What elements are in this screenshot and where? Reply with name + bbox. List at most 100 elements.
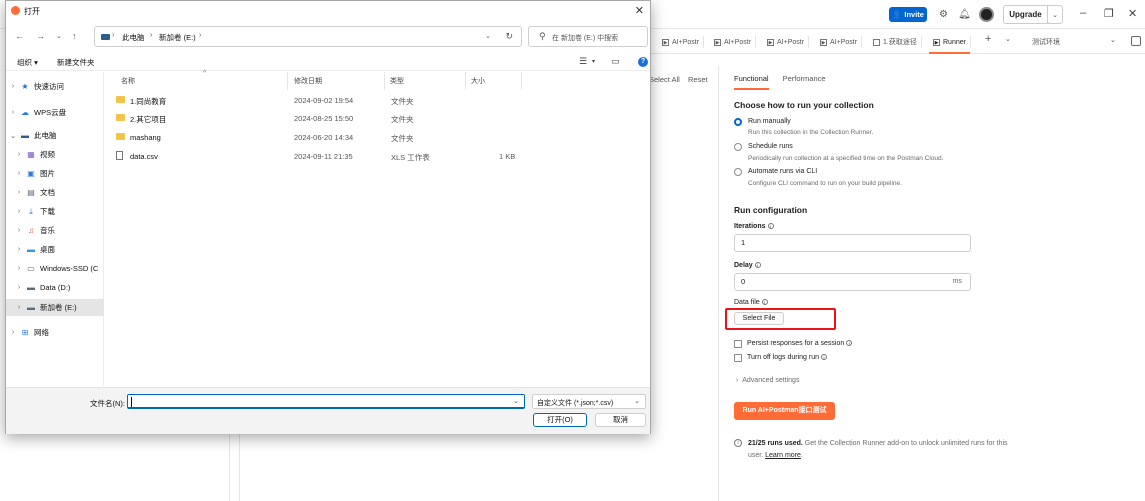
delay-input[interactable]: 0 ms: [734, 273, 971, 291]
help-icon[interactable]: ?: [638, 57, 648, 67]
column-header-type[interactable]: 类型: [390, 76, 404, 86]
column-header-date[interactable]: 修改日期: [294, 76, 322, 86]
file-row[interactable]: data.csv 2024-09-11 21:35 XLS 工作表 1 KB: [109, 148, 629, 165]
chevron-down-icon[interactable]: ▾: [592, 58, 595, 65]
breadcrumb-this-pc[interactable]: 此电脑: [122, 32, 145, 43]
advanced-settings-toggle[interactable]: › Advanced settings: [736, 377, 799, 384]
view-list-icon[interactable]: ☰: [579, 56, 587, 67]
upgrade-button[interactable]: Upgrade ⌄: [1003, 5, 1063, 24]
select-all-link[interactable]: Select All: [649, 75, 680, 84]
sidebar-item-documents[interactable]: › ▤ 文档: [6, 184, 104, 201]
environment-selector[interactable]: 测试环境: [1032, 37, 1060, 47]
turn-off-logs-checkbox[interactable]: [734, 354, 742, 362]
chevron-down-icon[interactable]: ⌄: [1110, 36, 1116, 44]
automate-cli-radio[interactable]: [734, 168, 742, 176]
tab-performance[interactable]: Performance: [783, 74, 826, 90]
expand-chevron-icon[interactable]: ›: [12, 246, 26, 253]
close-window-icon[interactable]: ✕: [1128, 7, 1137, 20]
chevron-right-icon[interactable]: ›: [112, 32, 114, 39]
expand-chevron-icon[interactable]: ›: [6, 109, 20, 116]
restore-icon[interactable]: ❐: [1104, 7, 1114, 20]
expand-chevron-icon[interactable]: ›: [12, 284, 26, 291]
reset-link[interactable]: Reset: [688, 75, 708, 84]
back-arrow-icon[interactable]: ←: [15, 31, 24, 41]
expand-chevron-icon[interactable]: ›: [12, 208, 26, 215]
sidebar-item-wps-cloud[interactable]: › ☁ WPS云盘: [6, 104, 104, 121]
dialog-title-bar[interactable]: 打开 ✕: [6, 1, 650, 21]
sidebar-item-music[interactable]: › ♫ 音乐: [6, 222, 104, 239]
sidebar-item-videos[interactable]: › ▦ 视频: [6, 146, 104, 163]
search-box[interactable]: ⚲ 在 新加卷 (E:) 中搜索: [528, 26, 648, 47]
chevron-down-icon[interactable]: ⌄: [513, 397, 519, 405]
tab-runner[interactable]: ▶ Runner: [929, 36, 971, 54]
environment-icon[interactable]: [1131, 36, 1141, 46]
filename-input[interactable]: ⌄: [127, 394, 525, 409]
close-icon[interactable]: ✕: [635, 4, 644, 17]
expand-chevron-icon[interactable]: ›: [12, 265, 26, 272]
file-type-filter[interactable]: 自定义文件 (*.json;*.csv) ⌄: [532, 394, 646, 409]
persist-responses-checkbox[interactable]: [734, 340, 742, 348]
learn-more-link[interactable]: Learn more: [765, 452, 801, 459]
chevron-down-icon[interactable]: ⌄: [634, 397, 640, 405]
expand-chevron-icon[interactable]: ›: [12, 189, 26, 196]
tab-request[interactable]: ▶ AI+Postr: [662, 36, 705, 48]
chevron-down-icon[interactable]: ⌄: [1005, 35, 1011, 43]
chevron-down-icon[interactable]: ⌄: [485, 32, 491, 40]
bell-icon[interactable]: 🔔︎: [958, 8, 971, 21]
recent-chevron-icon[interactable]: ⌄: [56, 32, 62, 40]
expand-chevron-icon[interactable]: ›: [12, 304, 26, 311]
info-icon[interactable]: i: [846, 340, 853, 347]
open-button[interactable]: 打开(O): [533, 413, 587, 427]
breadcrumb-drive[interactable]: 新加卷 (E:): [159, 32, 196, 43]
up-arrow-icon[interactable]: ↑: [72, 31, 77, 41]
column-header-name[interactable]: 名称: [121, 76, 135, 86]
preview-pane-icon[interactable]: ▭: [611, 56, 620, 67]
info-icon[interactable]: i: [754, 262, 761, 269]
sidebar-item-quick-access[interactable]: › ★ 快速访问: [6, 78, 104, 95]
organize-menu[interactable]: 组织 ▾: [17, 57, 38, 68]
sidebar-item-this-pc[interactable]: ⌄ ▬ 此电脑: [6, 127, 104, 144]
sidebar-item-drive-e[interactable]: › ▬ 新加卷 (E:): [6, 299, 104, 316]
tab-request[interactable]: ▶ AI+Postr: [714, 36, 757, 48]
file-row[interactable]: mashang 2024-06-20 14:34 文件夹: [109, 129, 629, 146]
run-collection-button[interactable]: Run AI+Postman接口测试: [734, 402, 835, 420]
file-row[interactable]: 1.同尚教育 2024-09-02 19:54 文件夹: [109, 92, 629, 109]
collapse-chevron-icon[interactable]: ⌄: [6, 132, 20, 140]
info-icon[interactable]: i: [761, 299, 768, 306]
tab-request[interactable]: 1.获取途径: [873, 36, 922, 48]
run-manually-radio[interactable]: [734, 118, 742, 126]
info-icon[interactable]: i: [767, 223, 774, 230]
expand-chevron-icon[interactable]: ›: [12, 227, 26, 234]
expand-chevron-icon[interactable]: ›: [12, 151, 26, 158]
tab-functional[interactable]: Functional: [734, 74, 769, 90]
expand-chevron-icon[interactable]: ›: [6, 83, 20, 90]
address-bar[interactable]: › 此电脑 › 新加卷 (E:) › ⌄ ↻: [94, 26, 522, 47]
tab-request[interactable]: ▶ AI+Postr: [767, 36, 810, 48]
sidebar-item-desktop[interactable]: › ▬ 桌面: [6, 241, 104, 258]
forward-arrow-icon[interactable]: →: [36, 31, 45, 41]
avatar[interactable]: [979, 7, 994, 22]
schedule-runs-radio[interactable]: [734, 143, 742, 151]
cancel-button[interactable]: 取消: [595, 413, 646, 427]
chevron-right-icon[interactable]: ›: [199, 32, 201, 39]
chevron-right-icon[interactable]: ›: [150, 32, 152, 39]
new-folder-button[interactable]: 新建文件夹: [57, 57, 95, 68]
sidebar-item-drive-c[interactable]: › ▭ Windows-SSD (C: [6, 260, 104, 277]
sidebar-item-drive-d[interactable]: › ▬ Data (D:): [6, 279, 104, 296]
invite-button[interactable]: 👤 Invite: [889, 7, 927, 22]
expand-chevron-icon[interactable]: ›: [6, 329, 20, 336]
pane-divider[interactable]: [718, 66, 719, 501]
refresh-icon[interactable]: ↻: [505, 31, 513, 42]
new-tab-icon[interactable]: +: [985, 33, 991, 45]
info-icon[interactable]: i: [821, 354, 827, 361]
file-row[interactable]: 2.其它项目 2024-08-25 15:50 文件夹: [109, 110, 629, 127]
tab-request[interactable]: ▶ AI+Postr: [820, 36, 863, 48]
expand-chevron-icon[interactable]: ›: [12, 170, 26, 177]
chevron-down-icon[interactable]: ⌄: [1048, 11, 1062, 19]
settings-icon[interactable]: ⚙: [937, 8, 950, 21]
iterations-input[interactable]: 1: [734, 234, 971, 252]
minimize-icon[interactable]: –: [1080, 7, 1086, 19]
sidebar-item-network[interactable]: › ⊞ 网络: [6, 324, 104, 341]
sidebar-item-downloads[interactable]: › ⤓ 下载: [6, 203, 104, 220]
sidebar-item-pictures[interactable]: › ▣ 图片: [6, 165, 104, 182]
